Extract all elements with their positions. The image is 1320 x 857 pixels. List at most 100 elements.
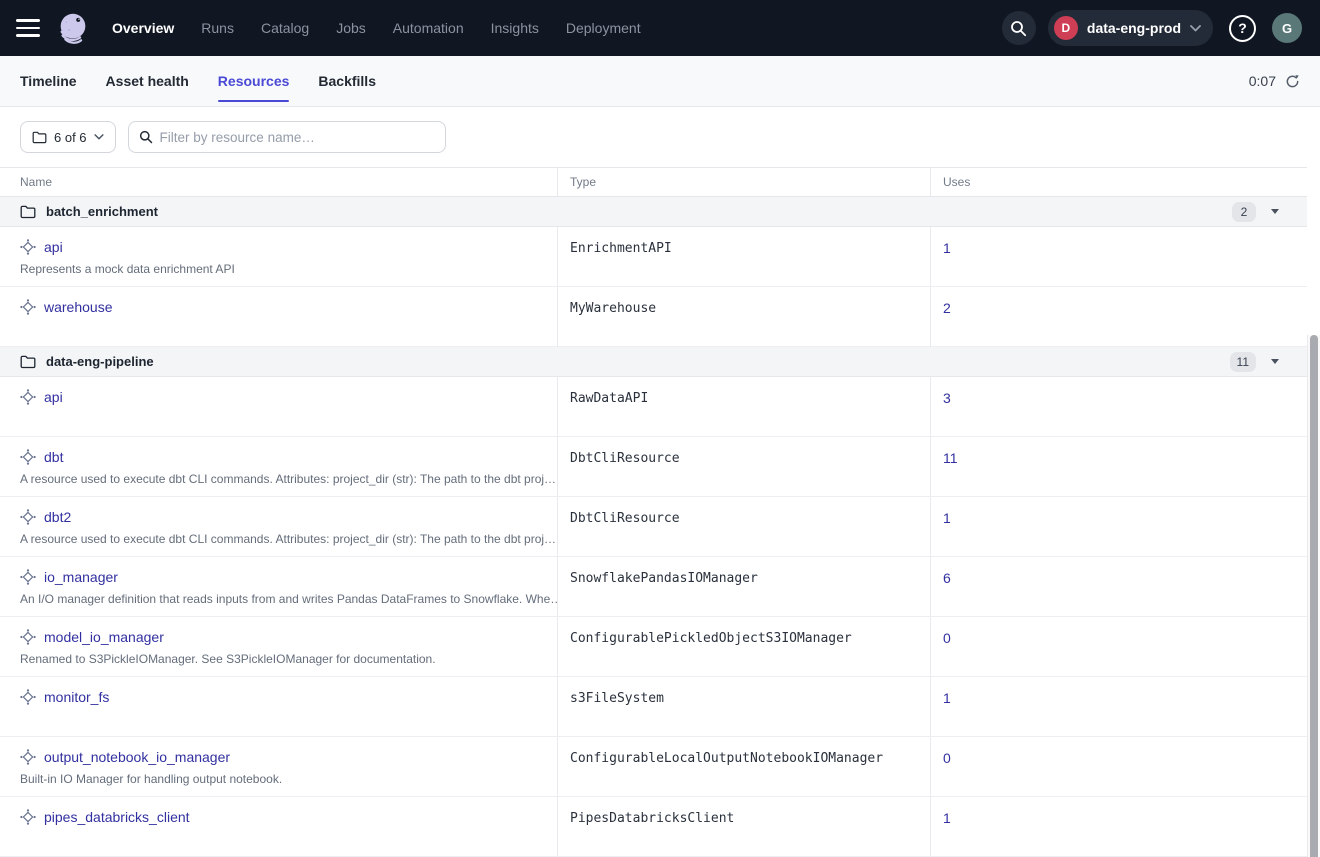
resource-type: SnowflakePandasIOManager (557, 557, 930, 616)
nav-item-jobs[interactable]: Jobs (336, 20, 366, 36)
resource-name-link[interactable]: model_io_manager (44, 629, 164, 645)
tab-backfills[interactable]: Backfills (318, 73, 376, 89)
resource-icon (20, 239, 36, 255)
chevron-down-icon (1190, 25, 1201, 32)
resource-uses-link[interactable]: 0 (943, 750, 951, 766)
resource-type: DbtCliResource (557, 497, 930, 556)
column-header-uses: Uses (930, 168, 1307, 196)
overview-tab-bar: Timeline Asset health Resources Backfills 0… (0, 56, 1320, 107)
scrollbar-track (1307, 335, 1320, 857)
group-count-badge: 11 (1230, 352, 1256, 372)
refresh-icon[interactable] (1285, 74, 1300, 89)
nav-item-deployment[interactable]: Deployment (566, 20, 641, 36)
resource-icon (20, 299, 36, 315)
resource-uses-link[interactable]: 1 (943, 240, 951, 256)
resource-uses-link[interactable]: 2 (943, 300, 951, 316)
resource-name-link[interactable]: api (44, 239, 63, 255)
group-name: batch_enrichment (46, 204, 158, 219)
tab-timeline[interactable]: Timeline (20, 73, 77, 89)
resource-icon (20, 689, 36, 705)
resource-uses-link[interactable]: 1 (943, 510, 951, 526)
nav-item-runs[interactable]: Runs (201, 20, 234, 36)
resource-name-link[interactable]: output_notebook_io_manager (44, 749, 230, 765)
tab-asset-health[interactable]: Asset health (106, 73, 189, 89)
column-header-type: Type (557, 168, 930, 196)
resource-uses-link[interactable]: 11 (943, 450, 958, 466)
collapse-caret-icon[interactable] (1271, 359, 1279, 364)
search-icon (139, 130, 153, 144)
resource-group-row[interactable]: data-eng-pipeline 11 (0, 347, 1307, 377)
resource-description: Represents a mock data enrichment API (20, 262, 557, 276)
resource-icon (20, 569, 36, 585)
resource-uses-link[interactable]: 3 (943, 390, 951, 406)
resource-group-row[interactable]: batch_enrichment 2 (0, 197, 1307, 227)
search-icon[interactable] (1002, 11, 1036, 45)
resource-description: A resource used to execute dbt CLI comma… (20, 532, 557, 546)
resource-row: model_io_manager Renamed to S3PickleIOMa… (0, 617, 1307, 677)
refresh-countdown: 0:07 (1249, 73, 1276, 89)
resource-row: warehouse MyWarehouse 2 (0, 287, 1307, 347)
resource-name-link[interactable]: monitor_fs (44, 689, 109, 705)
column-header-name: Name (0, 168, 557, 196)
filter-row: 6 of 6 (0, 107, 1320, 167)
resource-filter-box (128, 121, 446, 153)
folder-icon (20, 205, 36, 219)
collapse-caret-icon[interactable] (1271, 209, 1279, 214)
resource-uses-link[interactable]: 1 (943, 690, 951, 706)
resource-description: Built-in IO Manager for handling output … (20, 772, 557, 786)
table-header-row: Name Type Uses (0, 168, 1307, 197)
resource-type: PipesDatabricksClient (557, 797, 930, 856)
hamburger-menu-icon[interactable] (16, 18, 42, 38)
table-body: batch_enrichment 2 api Represents a mock… (0, 197, 1307, 857)
resource-icon (20, 749, 36, 765)
resource-uses-link[interactable]: 1 (943, 810, 951, 826)
resource-name-link[interactable]: pipes_databricks_client (44, 809, 190, 825)
nav-item-overview[interactable]: Overview (112, 20, 174, 36)
resource-uses-link[interactable]: 6 (943, 570, 951, 586)
resource-row: output_notebook_io_manager Built-in IO M… (0, 737, 1307, 797)
group-count-button[interactable]: 6 of 6 (20, 121, 116, 153)
resource-type: EnrichmentAPI (557, 227, 930, 286)
main-nav: Overview Runs Catalog Jobs Automation Insight… (112, 20, 641, 36)
chevron-down-icon (94, 134, 104, 140)
resource-row: pipes_databricks_client PipesDatabricksC… (0, 797, 1307, 857)
resource-type: ConfigurablePickledObjectS3IOManager (557, 617, 930, 676)
nav-item-catalog[interactable]: Catalog (261, 20, 309, 36)
resource-icon (20, 389, 36, 405)
resource-row: monitor_fs s3FileSystem 1 (0, 677, 1307, 737)
tab-resources[interactable]: Resources (218, 73, 290, 89)
deployment-initial-badge: D (1054, 16, 1078, 40)
dagster-logo-icon[interactable] (52, 7, 94, 49)
resource-type: ConfigurableLocalOutputNotebookIOManager (557, 737, 930, 796)
resource-name-link[interactable]: dbt (44, 449, 63, 465)
resource-icon (20, 509, 36, 525)
resource-name-link[interactable]: io_manager (44, 569, 118, 585)
user-avatar[interactable]: G (1272, 13, 1302, 43)
scrollbar-thumb[interactable] (1310, 335, 1318, 857)
resource-filter-input[interactable] (160, 130, 435, 145)
top-nav: Overview Runs Catalog Jobs Automation Insight… (0, 0, 1320, 56)
resource-name-link[interactable]: warehouse (44, 299, 113, 315)
resource-row: api RawDataAPI 3 (0, 377, 1307, 437)
help-icon[interactable]: ? (1229, 15, 1256, 42)
resource-icon (20, 809, 36, 825)
nav-item-automation[interactable]: Automation (393, 20, 464, 36)
resource-icon (20, 449, 36, 465)
nav-item-insights[interactable]: Insights (491, 20, 539, 36)
resource-type: DbtCliResource (557, 437, 930, 496)
resource-name-link[interactable]: api (44, 389, 63, 405)
resource-row: dbt A resource used to execute dbt CLI c… (0, 437, 1307, 497)
resource-type: RawDataAPI (557, 377, 930, 436)
resource-description: Renamed to S3PickleIOManager. See S3Pick… (20, 652, 557, 666)
resource-uses-link[interactable]: 0 (943, 630, 951, 646)
group-count-badge: 2 (1232, 202, 1256, 222)
resource-row: api Represents a mock data enrichment AP… (0, 227, 1307, 287)
resource-name-link[interactable]: dbt2 (44, 509, 71, 525)
folder-icon (20, 355, 36, 369)
resource-icon (20, 629, 36, 645)
tabs: Timeline Asset health Resources Backfills (20, 73, 376, 89)
deployment-switcher[interactable]: D data-eng-prod (1048, 10, 1213, 46)
resource-description: A resource used to execute dbt CLI comma… (20, 472, 557, 486)
resource-row: dbt2 A resource used to execute dbt CLI … (0, 497, 1307, 557)
resource-description: An I/O manager definition that reads inp… (20, 592, 557, 606)
